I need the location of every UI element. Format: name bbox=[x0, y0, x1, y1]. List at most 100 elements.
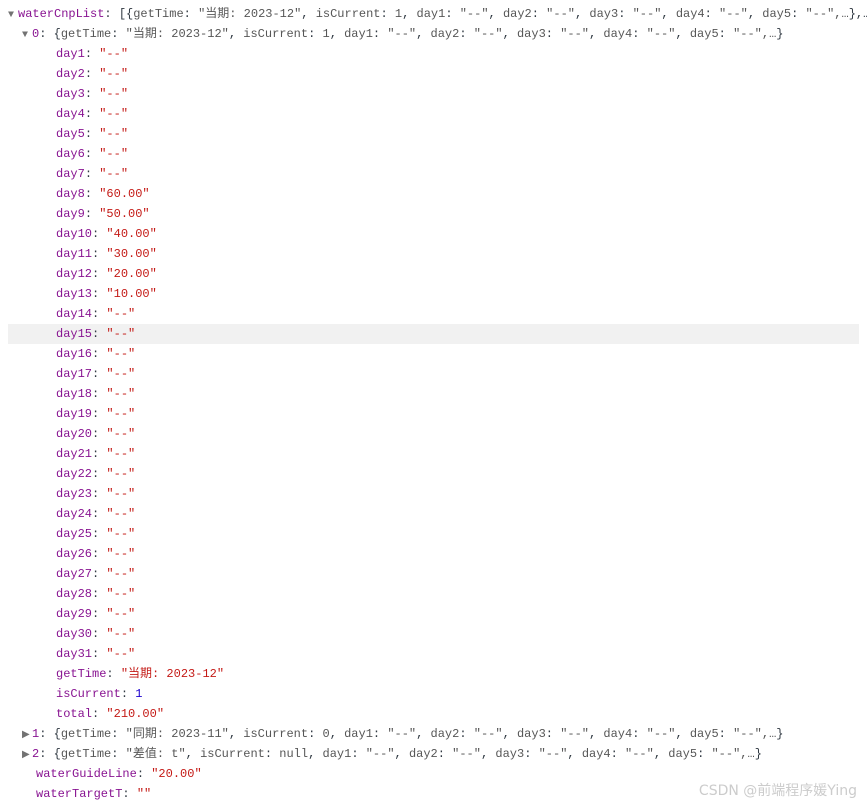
prop-key: day25 bbox=[56, 527, 92, 541]
prop-value: "--" bbox=[99, 87, 128, 101]
prop-value: "--" bbox=[99, 167, 128, 181]
prop-row[interactable]: day9: "50.00" bbox=[8, 204, 859, 224]
prop-row[interactable]: day11: "30.00" bbox=[8, 244, 859, 264]
prop-key: day8 bbox=[56, 187, 85, 201]
prop-row[interactable]: day30: "--" bbox=[8, 624, 859, 644]
prop-row[interactable]: isCurrent: 1 bbox=[8, 684, 859, 704]
prop-value: "--" bbox=[99, 67, 128, 81]
prop-key: day26 bbox=[56, 547, 92, 561]
prop-value: "--" bbox=[106, 467, 135, 481]
prop-value: "--" bbox=[106, 627, 135, 641]
prop-value: "--" bbox=[106, 387, 135, 401]
prop-value: "40.00" bbox=[106, 227, 156, 241]
prop-row[interactable]: day18: "--" bbox=[8, 384, 859, 404]
prop-value: "--" bbox=[106, 447, 135, 461]
prop-row[interactable]: day1: "--" bbox=[8, 44, 859, 64]
prop-value: "10.00" bbox=[106, 287, 156, 301]
prop-row[interactable]: day23: "--" bbox=[8, 484, 859, 504]
prop-value: "210.00" bbox=[106, 707, 164, 721]
prop-value: "--" bbox=[106, 347, 135, 361]
prop-key: isCurrent bbox=[56, 687, 121, 701]
chevron-down-icon[interactable]: ▼ bbox=[22, 28, 32, 43]
prop-row[interactable]: day24: "--" bbox=[8, 504, 859, 524]
prop-row[interactable]: day3: "--" bbox=[8, 84, 859, 104]
prop-row[interactable]: day20: "--" bbox=[8, 424, 859, 444]
prop-key: waterTargetT bbox=[36, 787, 122, 801]
chevron-right-icon[interactable]: ▶ bbox=[22, 748, 32, 763]
prop-row[interactable]: day13: "10.00" bbox=[8, 284, 859, 304]
prop-value: "60.00" bbox=[99, 187, 149, 201]
prop-value: "50.00" bbox=[99, 207, 149, 221]
prop-value: "--" bbox=[106, 547, 135, 561]
prop-row[interactable]: day26: "--" bbox=[8, 544, 859, 564]
prop-value: "--" bbox=[99, 107, 128, 121]
prop-row[interactable]: day22: "--" bbox=[8, 464, 859, 484]
prop-row[interactable]: day21: "--" bbox=[8, 444, 859, 464]
prop-key: day1 bbox=[56, 47, 85, 61]
prop-value: "--" bbox=[106, 507, 135, 521]
prop-value: "--" bbox=[106, 587, 135, 601]
prop-row[interactable]: day2: "--" bbox=[8, 64, 859, 84]
prop-key: day5 bbox=[56, 127, 85, 141]
prop-row[interactable]: waterTargetT: "" bbox=[8, 784, 859, 804]
item-1-row[interactable]: ▶1: {getTime: "同期: 2023-11", isCurrent: … bbox=[8, 724, 859, 744]
prop-key: day14 bbox=[56, 307, 92, 321]
prop-key: day6 bbox=[56, 147, 85, 161]
prop-row[interactable]: day19: "--" bbox=[8, 404, 859, 424]
prop-key: day20 bbox=[56, 427, 92, 441]
prop-key: day18 bbox=[56, 387, 92, 401]
prop-row[interactable]: waterGuideLine: "20.00" bbox=[8, 764, 859, 784]
prop-row[interactable]: day25: "--" bbox=[8, 524, 859, 544]
prop-row[interactable]: day27: "--" bbox=[8, 564, 859, 584]
item-2-row[interactable]: ▶2: {getTime: "差值: t", isCurrent: null, … bbox=[8, 744, 859, 764]
prop-row[interactable]: getTime: "当期: 2023-12" bbox=[8, 664, 859, 684]
prop-value: "--" bbox=[99, 147, 128, 161]
prop-key: day24 bbox=[56, 507, 92, 521]
root-preview: [{getTime: "当期: 2023-12", isCurrent: 1, … bbox=[119, 7, 867, 21]
root-key: waterCnpList bbox=[18, 7, 104, 21]
prop-row[interactable]: day14: "--" bbox=[8, 304, 859, 324]
prop-value: "--" bbox=[106, 367, 135, 381]
prop-key: day10 bbox=[56, 227, 92, 241]
prop-value: "--" bbox=[106, 327, 135, 341]
prop-key: waterGuideLine bbox=[36, 767, 137, 781]
chevron-right-icon[interactable]: ▶ bbox=[22, 728, 32, 743]
prop-key: day28 bbox=[56, 587, 92, 601]
prop-row[interactable]: day17: "--" bbox=[8, 364, 859, 384]
root-row[interactable]: ▼waterCnpList: [{getTime: "当期: 2023-12",… bbox=[8, 4, 859, 24]
item-2-preview: {getTime: "差值: t", isCurrent: null, day1… bbox=[54, 747, 762, 761]
prop-row[interactable]: total: "210.00" bbox=[8, 704, 859, 724]
prop-row[interactable]: day29: "--" bbox=[8, 604, 859, 624]
prop-key: day29 bbox=[56, 607, 92, 621]
prop-key: day31 bbox=[56, 647, 92, 661]
prop-key: day23 bbox=[56, 487, 92, 501]
prop-value: "" bbox=[137, 787, 151, 801]
index-key: 2 bbox=[32, 747, 39, 761]
prop-value: "--" bbox=[106, 647, 135, 661]
prop-value: "--" bbox=[99, 47, 128, 61]
prop-key: day4 bbox=[56, 107, 85, 121]
prop-row[interactable]: day8: "60.00" bbox=[8, 184, 859, 204]
prop-key: day9 bbox=[56, 207, 85, 221]
prop-key: day17 bbox=[56, 367, 92, 381]
prop-row[interactable]: day12: "20.00" bbox=[8, 264, 859, 284]
prop-key: day3 bbox=[56, 87, 85, 101]
prop-row[interactable]: day31: "--" bbox=[8, 644, 859, 664]
prop-row[interactable]: day15: "--" bbox=[8, 324, 859, 344]
item-0-row[interactable]: ▼0: {getTime: "当期: 2023-12", isCurrent: … bbox=[8, 24, 859, 44]
prop-key: day15 bbox=[56, 327, 92, 341]
prop-value: "--" bbox=[106, 527, 135, 541]
prop-value: "--" bbox=[99, 127, 128, 141]
prop-row[interactable]: day5: "--" bbox=[8, 124, 859, 144]
prop-row[interactable]: day6: "--" bbox=[8, 144, 859, 164]
prop-value: "--" bbox=[106, 427, 135, 441]
prop-key: total bbox=[56, 707, 92, 721]
prop-value: "--" bbox=[106, 567, 135, 581]
prop-row[interactable]: day28: "--" bbox=[8, 584, 859, 604]
prop-row[interactable]: day10: "40.00" bbox=[8, 224, 859, 244]
prop-row[interactable]: day16: "--" bbox=[8, 344, 859, 364]
prop-row[interactable]: day7: "--" bbox=[8, 164, 859, 184]
prop-row[interactable]: day4: "--" bbox=[8, 104, 859, 124]
prop-key: day16 bbox=[56, 347, 92, 361]
chevron-down-icon[interactable]: ▼ bbox=[8, 8, 18, 23]
